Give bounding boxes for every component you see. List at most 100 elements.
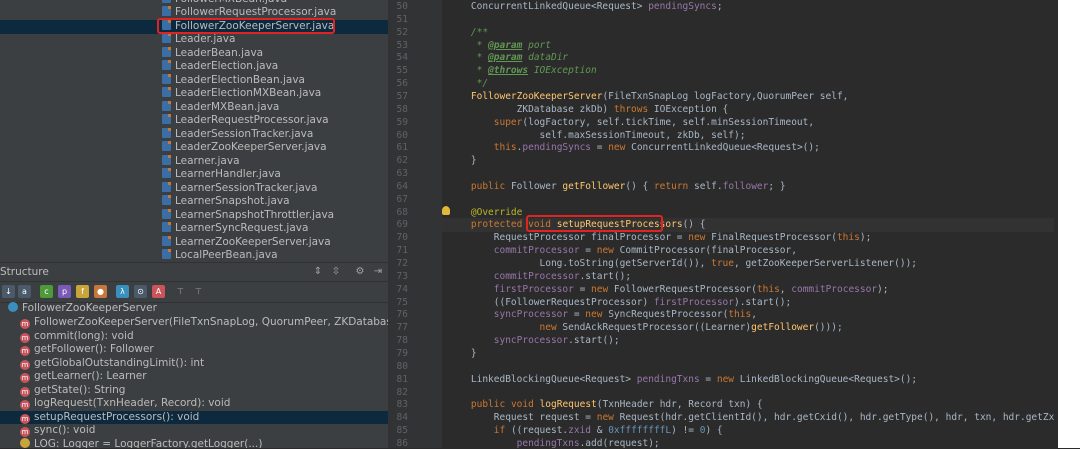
code-line[interactable]: pendingTxns.add(request); (448, 438, 660, 449)
file-item[interactable]: LearnerSyncRequest.java (162, 222, 308, 236)
structure-class-node[interactable]: FollowerZooKeeperServer (8, 302, 157, 316)
structure-member-label: getState(): String (34, 383, 126, 396)
show-lambdas-icon[interactable]: λ (116, 285, 129, 298)
line-number: 54 (396, 52, 408, 64)
line-number: 73 (396, 270, 408, 282)
method-icon: m (20, 386, 30, 397)
code-line[interactable]: commitProcessor.start(); (448, 271, 631, 282)
java-class-icon (162, 101, 171, 111)
gear-icon[interactable]: ⚙ (354, 266, 366, 278)
code-line[interactable]: firstProcessor = new FollowerRequestProc… (448, 284, 889, 295)
file-item[interactable]: LearnerSessionTracker.java (162, 182, 317, 196)
code-line[interactable]: /** (448, 27, 488, 38)
code-line[interactable]: LinkedBlockingQueue<Request> pendingTxns… (448, 374, 917, 385)
structure-member[interactable]: m logRequest(TxnHeader, Record): void (20, 397, 230, 411)
highlight-box-method-name (526, 215, 663, 232)
file-item[interactable]: LearnerHandler.java (162, 168, 281, 182)
structure-member[interactable]: m commit(long): void (20, 330, 134, 344)
structure-member[interactable]: m setupRequestProcessors(): void (0, 410, 388, 424)
java-class-icon (162, 33, 171, 43)
line-number: 85 (396, 425, 408, 437)
show-properties-icon[interactable]: p (58, 285, 71, 298)
file-item[interactable]: LearnerZooKeeperServer.java (162, 236, 331, 250)
file-item-label: LeaderElection.java (175, 60, 279, 72)
code-line[interactable]: * @param dataDir (448, 52, 569, 63)
show-annotations-icon[interactable]: A (152, 285, 165, 298)
code-line[interactable]: * @param port (448, 40, 551, 51)
file-item[interactable]: LeaderBean.java (162, 47, 263, 61)
line-number: 62 (396, 155, 408, 167)
structure-member[interactable]: m getFollower(): Follower (20, 343, 154, 357)
code-line[interactable]: */ (448, 78, 488, 89)
structure-toolbar: ↓ a c p f ● λ ⊙ A ⊤ ⊤ (0, 282, 388, 303)
code-line[interactable]: syncProcessor.start(); (448, 335, 620, 346)
code-line[interactable]: new SendAckRequestProcessor((Learner)get… (448, 322, 843, 333)
structure-member[interactable]: m sync(): void (20, 424, 95, 438)
autoscroll-from-source-icon[interactable]: ⊤ (192, 285, 205, 298)
code-line[interactable]: self.maxSessionTimeout, zkDb, self); (448, 130, 746, 141)
method-icon: m (20, 332, 30, 343)
expand-all-icon[interactable]: ⇕ (312, 266, 324, 278)
show-inherited-icon[interactable]: c (40, 285, 53, 298)
hide-panel-icon[interactable]: ⇥ (372, 266, 384, 278)
code-line[interactable]: if ((request.zxid & 0xffffffffL) != 0) { (448, 425, 723, 436)
code-line[interactable]: ConcurrentLinkedQueue<Request> pendingSy… (448, 1, 723, 12)
show-nonpublic-icon[interactable]: ● (94, 285, 107, 298)
code-line[interactable]: commitProcessor = new CommitProcessor(fi… (448, 245, 797, 256)
show-fields-icon[interactable]: f (76, 285, 89, 298)
java-class-icon (162, 60, 171, 70)
show-anonymous-icon[interactable]: ⊙ (134, 285, 147, 298)
line-number: 78 (396, 335, 408, 347)
file-item-label: LeaderZooKeeperServer.java (175, 141, 327, 153)
file-item[interactable]: LeaderMXBean.java (162, 101, 279, 115)
file-item-label: FollowerMXBean.java (175, 0, 287, 5)
line-number: 57 (396, 90, 408, 102)
file-item[interactable]: LeaderElectionMXBean.java (162, 87, 321, 101)
line-number: 56 (396, 78, 408, 90)
structure-member[interactable]: m getState(): String (20, 384, 125, 398)
sort-alpha-icon[interactable]: a (18, 285, 31, 298)
code-line[interactable]: ZKDatabase zkDb) throws IOException { (448, 104, 729, 115)
code-line[interactable]: this.pendingSyncs = new ConcurrentLinked… (448, 142, 820, 153)
code-line[interactable]: public Follower getFollower() { return s… (448, 181, 786, 192)
structure-member-label: FollowerZooKeeperServer(FileTxnSnapLog, … (34, 316, 388, 328)
code-line[interactable]: RequestProcessor finalProcessor = new Fi… (448, 232, 872, 243)
line-number: 81 (396, 373, 408, 385)
structure-member[interactable]: m getGlobalOutstandingLimit(): int (20, 357, 204, 371)
file-item[interactable]: LeaderElectionBean.java (162, 74, 305, 88)
structure-member[interactable]: LOG: Logger = LoggerFactory.getLogger(..… (20, 437, 263, 449)
code-line[interactable]: super(logFactory, self.tickTime, self.mi… (448, 117, 814, 128)
file-item[interactable]: LeaderElection.java (162, 60, 278, 74)
code-line[interactable]: @Override (448, 207, 522, 218)
line-number: 68 (396, 206, 408, 218)
autoscroll-to-source-icon[interactable]: ⊤ (174, 285, 187, 298)
file-item[interactable]: LeaderSessionTracker.java (162, 128, 313, 142)
file-item[interactable]: LearnerSnapshotThrottler.java (162, 209, 334, 223)
structure-member[interactable]: m FollowerZooKeeperServer(FileTxnSnapLog,… (20, 316, 388, 330)
file-item[interactable]: Learner.java (162, 155, 240, 169)
code-line[interactable]: ((FollowerRequestProcessor) firstProcess… (448, 297, 791, 308)
line-number: 67 (396, 193, 408, 205)
code-line[interactable]: * @throws IOException (448, 65, 597, 76)
file-item[interactable]: LeaderZooKeeperServer.java (162, 141, 327, 155)
java-class-icon (162, 222, 171, 232)
structure-member-label: LOG: Logger = LoggerFactory.getLogger(..… (34, 437, 263, 449)
code-line[interactable]: Long.toString(getServerId()), true, getZ… (448, 258, 918, 269)
file-item[interactable]: LearnerSnapshot.java (162, 195, 290, 209)
structure-member[interactable]: m getLearner(): Learner (20, 370, 147, 384)
file-item[interactable]: LeaderRequestProcessor.java (162, 114, 329, 128)
code-line[interactable]: syncProcessor = new SyncRequestProcessor… (448, 309, 757, 320)
file-item[interactable]: Leader.java (162, 33, 235, 47)
file-item[interactable]: LocalPeerBean.java (162, 249, 278, 262)
code-line[interactable]: } (448, 348, 477, 359)
line-number: 72 (396, 258, 408, 269)
line-number: 55 (396, 65, 408, 77)
collapse-all-icon[interactable]: ⇳ (330, 266, 342, 278)
file-item-label: Leader.java (175, 33, 236, 45)
code-line[interactable]: } (448, 155, 477, 166)
sort-icon[interactable]: ↓ (2, 285, 15, 298)
code-line[interactable]: FollowerZooKeeperServer(FileTxnSnapLog l… (448, 91, 849, 102)
code-line[interactable]: public void logRequest(TxnHeader hdr, Re… (448, 399, 763, 410)
structure-header: Structure ⇕ ⇳ ⚙ ⇥ (0, 262, 388, 282)
code-line[interactable]: Request request = new Request(hdr.getCli… (448, 412, 1080, 423)
